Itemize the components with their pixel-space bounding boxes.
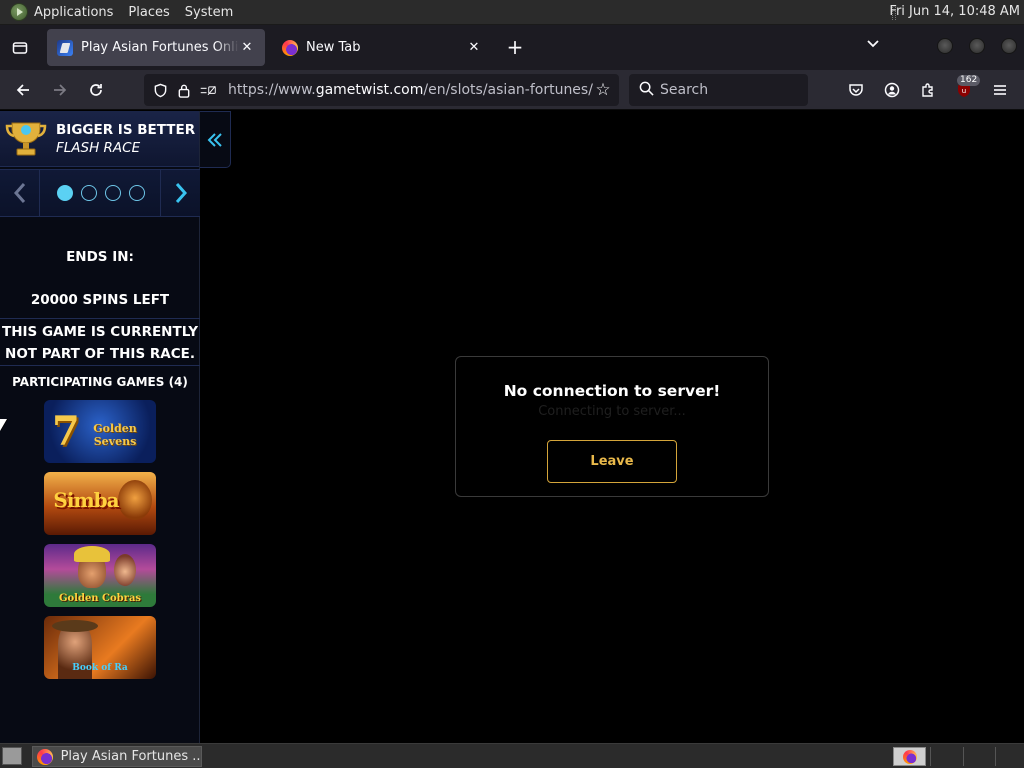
navigation-toolbar: https://www.gametwist.com/en/slots/asian… <box>0 70 1024 110</box>
menu-system[interactable]: System <box>185 5 233 20</box>
new-tab-button[interactable]: + <box>504 36 526 58</box>
race-panel: BIGGER IS BETTER FLASH RACE ENDS IN: 200… <box>0 111 200 743</box>
dialog-title: No connection to server! <box>503 382 721 400</box>
carousel-dot[interactable] <box>129 185 145 201</box>
taskbar-window-firefox[interactable]: Play Asian Fortunes ... <box>32 746 202 767</box>
firefox-view-icon <box>12 41 28 54</box>
game-thumb-golden-cobras[interactable]: Golden Cobras <box>44 544 156 607</box>
bookmark-star-icon[interactable]: ☆ <box>593 80 613 100</box>
clock[interactable]: Fri Jun 14, 10:48 AM <box>889 4 1020 19</box>
not-part-line-1: THIS GAME IS CURRENTLY <box>2 324 198 340</box>
workspace-divider <box>963 747 964 766</box>
carousel-next-chevron-right-icon[interactable] <box>160 170 200 216</box>
tab-asian-fortunes[interactable]: Play Asian Fortunes Online f ✕ <box>47 29 265 66</box>
firefox-icon <box>37 748 53 765</box>
race-subtitle: FLASH RACE <box>56 139 141 156</box>
divider <box>0 365 200 366</box>
tab-title: New Tab <box>306 40 361 55</box>
forward-button[interactable] <box>47 77 73 103</box>
race-title: BIGGER IS BETTER <box>56 121 196 138</box>
back-arrow-icon <box>16 84 29 96</box>
gametwist-icon <box>57 39 73 56</box>
maximize-window-button[interactable] <box>969 38 985 54</box>
url-text[interactable]: https://www.gametwist.com/en/slots/asian… <box>228 82 593 98</box>
firefox-icon <box>902 749 917 764</box>
forward-arrow-icon <box>54 84 67 96</box>
tracking-protection-shield-icon[interactable] <box>152 82 168 98</box>
mouse-cursor-icon <box>0 419 7 431</box>
carousel-dot[interactable] <box>81 185 97 201</box>
svg-text:u: u <box>962 87 966 95</box>
applications-logo-icon[interactable] <box>10 3 28 21</box>
game-thumb-book-of-ra[interactable]: Book of Ra <box>44 616 156 679</box>
race-title-block: BIGGER IS BETTER FLASH RACE <box>56 121 195 157</box>
race-header: BIGGER IS BETTER FLASH RACE <box>0 111 199 167</box>
search-bar[interactable]: Search <box>629 74 808 106</box>
connection-error-dialog: No connection to server! Connecting to s… <box>455 356 769 497</box>
game-thumb-simba[interactable]: Simba <box>44 472 156 535</box>
close-window-button[interactable] <box>1001 38 1017 54</box>
ends-in-label: ENDS IN: <box>66 249 134 265</box>
pocket-icon[interactable] <box>845 79 867 101</box>
tab-strip: Play Asian Fortunes Online f ✕ New Tab ✕… <box>0 25 1024 70</box>
close-tab-icon[interactable]: ✕ <box>466 40 482 56</box>
reload-icon <box>90 84 102 96</box>
tab-title: Play Asian Fortunes Online f <box>81 40 239 55</box>
close-tab-icon[interactable]: ✕ <box>239 40 255 56</box>
trophy-icon <box>4 117 48 161</box>
workspace-divider <box>930 747 931 766</box>
carousel-dot[interactable] <box>105 185 121 201</box>
game-name: Book of Ra <box>72 663 128 673</box>
back-button[interactable] <box>10 77 36 103</box>
account-icon[interactable] <box>881 79 903 101</box>
url-prefix: https://www. <box>228 82 316 98</box>
menu-applications[interactable]: Applications <box>34 5 113 20</box>
url-host: gametwist.com <box>315 82 424 98</box>
extensions-puzzle-icon[interactable] <box>917 79 939 101</box>
page-content: BIGGER IS BETTER FLASH RACE ENDS IN: 200… <box>0 111 1024 743</box>
not-part-notice: THIS GAME IS CURRENTLY NOT PART OF THIS … <box>0 321 200 365</box>
hat-icon <box>52 620 98 632</box>
search-icon <box>639 81 654 100</box>
menu-places[interactable]: Places <box>128 5 169 20</box>
carousel-dot[interactable] <box>57 185 73 201</box>
carousel-prev-chevron-left-icon[interactable] <box>0 170 40 216</box>
game-name: Golden Sevens <box>93 422 137 448</box>
lock-icon[interactable] <box>176 82 192 98</box>
character-icon <box>114 554 136 586</box>
workspace-divider <box>995 747 996 766</box>
game-name: Golden Cobras <box>58 593 142 604</box>
workspace-switcher[interactable] <box>893 747 926 766</box>
show-desktop-icon[interactable] <box>2 747 22 765</box>
game-name: Simba <box>53 488 119 512</box>
divider <box>0 318 200 319</box>
race-carousel <box>0 169 200 217</box>
dialog-subtitle: Connecting to server... <box>538 404 686 419</box>
search-placeholder: Search <box>660 82 709 98</box>
taskbar-window-label: Play Asian Fortunes ... <box>60 749 201 764</box>
minimize-window-button[interactable] <box>937 38 953 54</box>
game-thumb-golden-sevens[interactable]: 7 Golden Sevens <box>44 400 156 463</box>
ublock-badge: 162 <box>957 75 981 86</box>
firefox-view-button[interactable] <box>0 25 40 70</box>
permissions-icon[interactable] <box>200 82 216 98</box>
turban-icon <box>74 546 110 562</box>
leave-button[interactable]: Leave <box>547 440 677 483</box>
tab-new-tab[interactable]: New Tab ✕ <box>272 29 492 66</box>
spins-left-text: 20000 SPINS LEFT <box>30 292 170 308</box>
not-part-line-2: NOT PART OF THIS RACE. <box>5 346 195 362</box>
reload-button[interactable] <box>83 77 109 103</box>
collapse-panel-double-chevron-left-icon[interactable] <box>200 111 231 168</box>
participating-games-label: PARTICIPATING GAMES (4) <box>12 375 188 389</box>
bottom-taskbar: Play Asian Fortunes ... <box>0 743 1024 768</box>
url-path: /en/slots/asian-fortunes/ <box>423 82 593 98</box>
firefox-icon <box>282 39 298 56</box>
address-bar[interactable]: https://www.gametwist.com/en/slots/asian… <box>144 74 619 106</box>
top-panel: Applications Places System Fri Jun 14, 1… <box>0 0 1024 25</box>
list-all-tabs-chevron-down-icon[interactable] <box>863 37 883 57</box>
hamburger-menu-icon[interactable] <box>989 79 1011 101</box>
